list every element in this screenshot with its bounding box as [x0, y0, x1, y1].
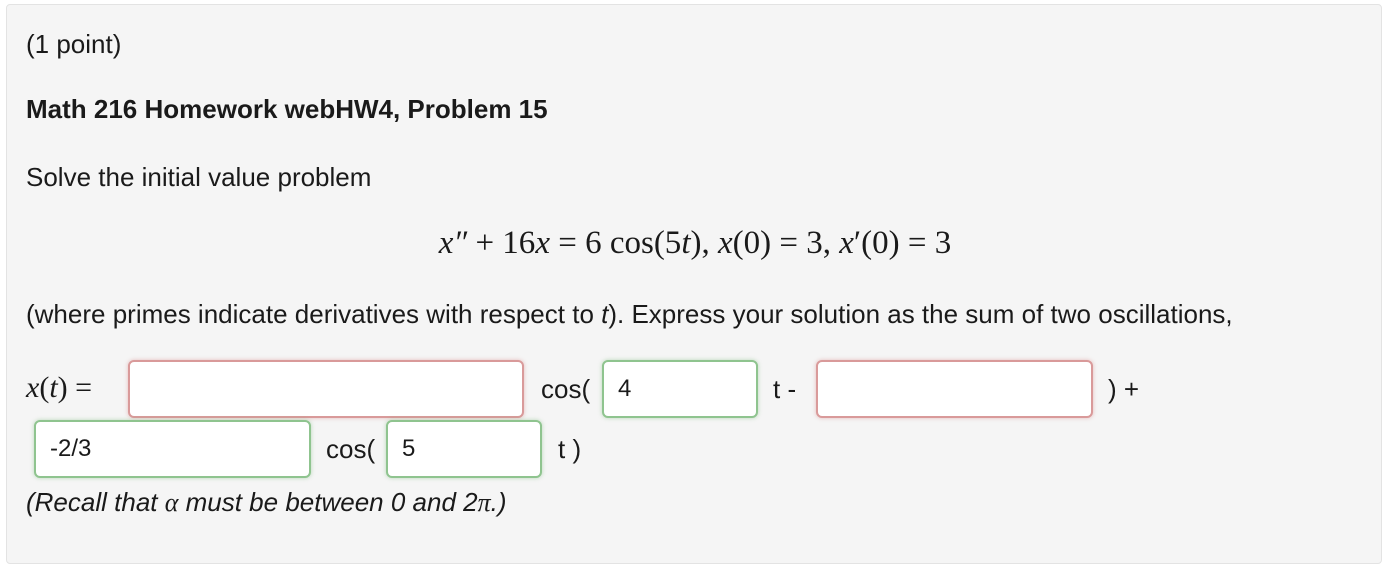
instructions-post: ). Express your solution as the sum of t…	[608, 299, 1233, 329]
frequency-2-input[interactable]	[386, 420, 542, 478]
equation-x0: x	[717, 225, 733, 261]
frequency-1-input[interactable]	[602, 360, 758, 418]
phase-input[interactable]	[816, 360, 1093, 418]
amplitude-1-input[interactable]	[128, 360, 524, 418]
problem-intro: Solve the initial value problem	[26, 162, 372, 192]
solution-lhs: x(t) =	[26, 371, 92, 405]
equation-xprime0: x	[839, 225, 854, 261]
equation-x-double-prime: x″	[438, 225, 468, 261]
recall-alpha: α	[164, 488, 179, 517]
cos-label-1: cos(	[541, 374, 591, 404]
solution-lhs-x: x	[26, 371, 40, 404]
recall-pi: π	[477, 488, 491, 517]
equation-initial-xprime: ′(0) = 3	[853, 225, 952, 261]
ivp-equation: x″ + 16x = 6 cos(5t), x(0) = 3, x′(0) = …	[7, 225, 1383, 262]
equation-plus-term: + 16	[467, 225, 536, 261]
recall-note: (Recall that α must be between 0 and 2π.…	[26, 487, 507, 518]
problem-points: (1 point)	[26, 29, 122, 59]
solution-lhs-close: ) =	[57, 371, 93, 404]
problem-title: Math 216 Homework webHW4, Problem 15	[26, 94, 548, 124]
equation-initial-x: (0) = 3,	[732, 225, 840, 261]
problem-instructions: (where primes indicate derivatives with …	[26, 299, 1233, 330]
instructions-pre: (where primes indicate derivatives with …	[26, 299, 602, 329]
amplitude-2-input[interactable]	[34, 420, 311, 478]
cos-label-2: cos(	[326, 434, 376, 464]
t-minus-label: t -	[773, 374, 797, 404]
t-close-label: t )	[558, 434, 582, 464]
equation-x: x	[535, 225, 550, 261]
recall-pre: (Recall that	[26, 487, 165, 517]
equation-rhs: = 6 cos(5	[549, 225, 682, 261]
close-plus-label: ) +	[1108, 374, 1140, 404]
recall-mid: must be between 0 and 2	[178, 487, 478, 517]
recall-post: .)	[490, 487, 507, 517]
solution-lhs-open: (	[39, 371, 50, 404]
equation-sep: ),	[690, 225, 718, 261]
solution-lhs-t: t	[49, 371, 58, 404]
problem-panel: (1 point) Math 216 Homework webHW4, Prob…	[6, 4, 1382, 564]
